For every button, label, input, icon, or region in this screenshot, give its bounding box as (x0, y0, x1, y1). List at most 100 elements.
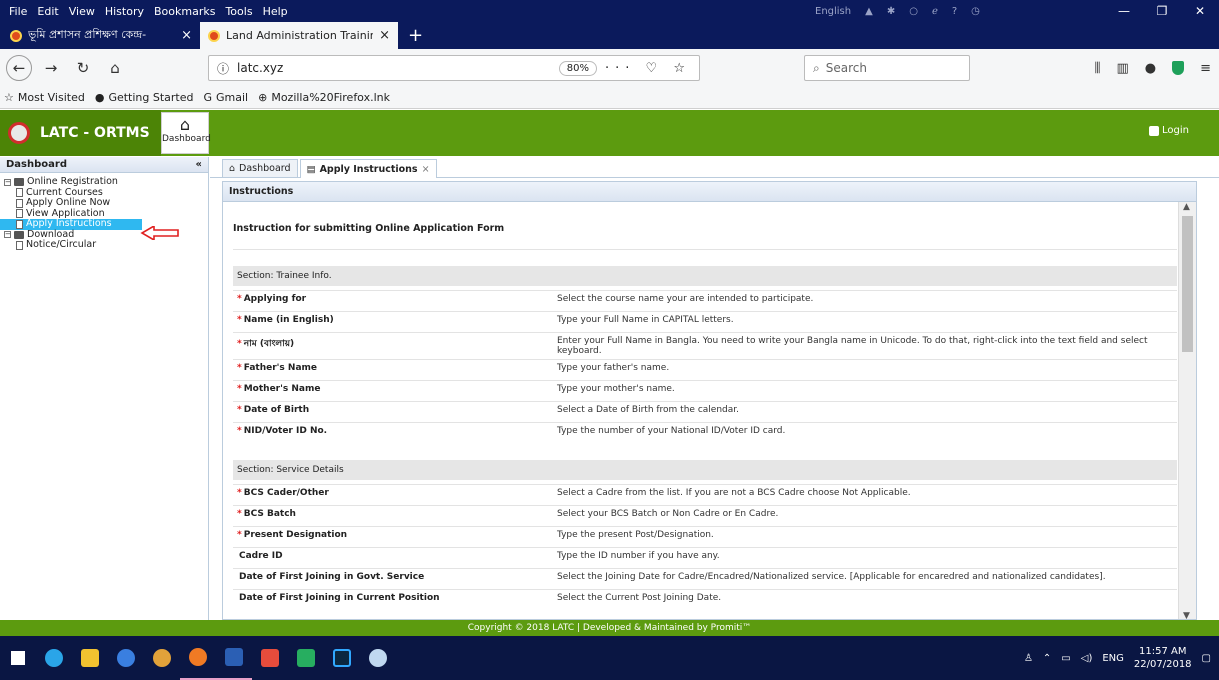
shield-icon[interactable] (1172, 61, 1185, 75)
bookmark-label: Getting Started (108, 91, 194, 104)
field-description: Select the course name your are intended… (553, 290, 1177, 312)
field-description: Type the present Post/Designation. (553, 525, 1177, 547)
taskbar-tray: ♙ ⌃ ▭ ◁) ENG 11:57 AM 22/07/2018 ▢ (1024, 636, 1211, 680)
start-button[interactable] (0, 636, 36, 680)
bookmark-item[interactable]: G Gmail (203, 91, 248, 104)
menu-item-file[interactable]: File (4, 5, 32, 18)
instruction-table: * Applying for Select the course name your… (233, 290, 1177, 444)
expand-toggle-icon[interactable]: − (4, 178, 11, 186)
toolbar-right: ⫼ ▥ ● ≡ (1094, 55, 1211, 81)
field-description: Type your father's name. (553, 359, 1177, 381)
people-icon[interactable]: ♙ (1024, 653, 1033, 664)
vertical-scrollbar[interactable]: ▲ ▼ (1178, 202, 1196, 619)
tray-chevron-icon[interactable]: ⌃ (1043, 653, 1051, 664)
taskbar-app[interactable] (108, 636, 144, 680)
browser-tab-bangla[interactable]: ভূমি প্রশাসন প্রশিক্ষণ কেন্দ্র- × (2, 22, 200, 49)
field-name: নাম (বাংলায়) (243, 339, 295, 349)
login-label: Login (1162, 125, 1189, 136)
close-tab-icon[interactable]: × (379, 28, 390, 43)
menu-item-history[interactable]: History (100, 5, 149, 18)
table-row: * Present Designation Type the present Pos… (233, 525, 1177, 547)
login-link[interactable]: Login (1149, 125, 1189, 136)
photoshop-icon (333, 649, 351, 667)
bookmark-item[interactable]: ☆ Most Visited (4, 91, 85, 104)
sidebar-toggle-icon[interactable]: ▥ (1116, 61, 1128, 76)
field-description: Type the ID number if you have any. (553, 546, 1177, 568)
expand-toggle-icon[interactable]: − (4, 231, 11, 239)
bookmark-icon: G (203, 91, 213, 104)
bookmark-item[interactable]: ● Getting Started (95, 91, 194, 104)
table-row: * Mother's Name Type your mother's name. (233, 380, 1177, 402)
browser-tab-strip: ভূমি প্রশাসন প্রশিক্ষণ কেন্দ্র- × Land A… (0, 22, 1219, 49)
taskbar-ie[interactable] (36, 636, 72, 680)
tab-label: Apply Instructions (319, 163, 418, 175)
scroll-down-icon[interactable]: ▼ (1183, 611, 1190, 619)
taskbar-chrome[interactable] (144, 636, 180, 680)
forward-button[interactable]: → (38, 55, 64, 81)
input-language[interactable]: ENG (1102, 653, 1124, 664)
taskbar-word[interactable] (216, 636, 252, 680)
search-box[interactable]: ⌕ Search (804, 55, 970, 81)
taskbar-app2[interactable] (252, 636, 288, 680)
new-tab-button[interactable]: + (398, 22, 433, 49)
sidebar-item-label: Notice/Circular (26, 239, 97, 251)
document-icon (16, 240, 23, 250)
notifications-icon[interactable]: ▢ (1202, 653, 1211, 664)
dashboard-button[interactable]: ⌂ Dashboard (161, 112, 211, 154)
table-row: * BCS Batch Select your BCS Batch or Non C… (233, 504, 1177, 526)
table-row: * BCS Cader/Other Select a Cadre from the … (233, 483, 1177, 505)
sidebar-item-apply-online-now[interactable]: Apply Online Now (0, 198, 208, 209)
bookmark-label: Gmail (216, 91, 249, 104)
sidebar-item-apply-instructions[interactable]: Apply Instructions (0, 219, 142, 230)
tab-apply-instructions[interactable]: ▤ Apply Instructions × (299, 159, 437, 178)
taskbar-paint[interactable] (360, 636, 396, 680)
taskbar-app3[interactable] (288, 636, 324, 680)
menu-item-tools[interactable]: Tools (220, 5, 257, 18)
scroll-up-icon[interactable]: ▲ (1183, 202, 1190, 212)
maximize-button[interactable]: ❐ (1143, 0, 1181, 22)
clock[interactable]: 11:57 AM 22/07/2018 (1134, 645, 1192, 671)
menu-item-view[interactable]: View (64, 5, 100, 18)
taskbar-explorer[interactable] (72, 636, 108, 680)
field-name-cell: * Applying for (233, 290, 553, 312)
table-row: Date of First Joining in Govt. Service Se… (233, 567, 1177, 589)
panel-title: Instructions (223, 182, 1196, 202)
taskbar-firefox[interactable] (180, 636, 216, 680)
info-icon[interactable]: ⓘ (217, 60, 229, 77)
scroll-thumb[interactable] (1182, 216, 1193, 352)
sidebar-item-notice-circular[interactable]: Notice/Circular (0, 240, 208, 251)
extension-icon[interactable]: ● (1145, 61, 1156, 76)
zoom-level[interactable]: 80% (558, 60, 598, 76)
close-tab-icon[interactable]: × (181, 28, 192, 43)
folder-icon (81, 649, 99, 667)
brand-name: LATC - ORTMS (40, 125, 150, 141)
content-tabs: ⌂ Dashboard ▤ Apply Instructions × (210, 157, 1219, 178)
menu-item-bookmarks[interactable]: Bookmarks (149, 5, 220, 18)
back-button[interactable]: ← (6, 55, 32, 81)
home-button[interactable]: ⌂ (102, 55, 128, 81)
menu-item-help[interactable]: Help (258, 5, 293, 18)
brand[interactable]: LATC - ORTMS (0, 110, 161, 156)
close-tab-icon[interactable]: × (422, 164, 430, 175)
hamburger-menu-icon[interactable]: ≡ (1200, 61, 1211, 76)
sidebar-item-online-registration[interactable]: − Online Registration (0, 177, 208, 188)
network-icon[interactable]: ▭ (1061, 653, 1070, 664)
required-marker: * (237, 363, 242, 373)
browser-tab-latc[interactable]: Land Administration Training C × (200, 22, 398, 49)
window-controls: — ❐ ✕ (1105, 0, 1219, 22)
library-icon[interactable]: ⫼ (1094, 61, 1100, 76)
page-actions[interactable]: ··· ♡ ☆ (605, 61, 691, 76)
collapse-icon[interactable]: « (196, 159, 202, 170)
minimize-button[interactable]: — (1105, 0, 1143, 22)
taskbar-photoshop[interactable] (324, 636, 360, 680)
language-indicator[interactable]: English (815, 6, 851, 17)
tab-dashboard[interactable]: ⌂ Dashboard (222, 159, 298, 177)
close-window-button[interactable]: ✕ (1181, 0, 1219, 22)
menu-item-edit[interactable]: Edit (32, 5, 63, 18)
bookmark-item[interactable]: ⊕ Mozilla%20Firefox.lnk (258, 91, 390, 104)
reload-button[interactable]: ↻ (70, 55, 96, 81)
url-text[interactable]: latc.xyz (237, 61, 551, 75)
address-bar[interactable]: ⓘ latc.xyz 80% ··· ♡ ☆ (208, 55, 700, 81)
field-name-cell: * নাম (বাংলায়) (233, 332, 553, 360)
volume-icon[interactable]: ◁) (1081, 653, 1093, 664)
